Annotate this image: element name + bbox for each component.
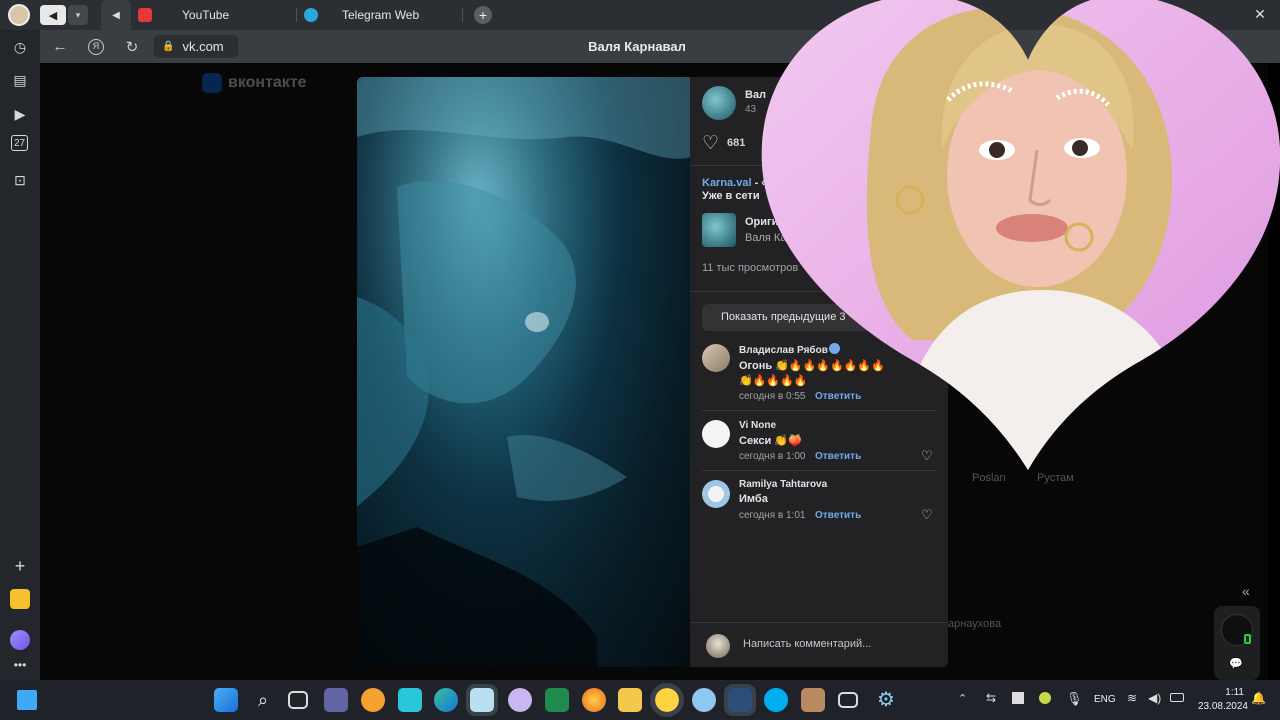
messenger-widget[interactable]: 💬: [1214, 606, 1260, 680]
sound-cover[interactable]: [702, 213, 736, 247]
firefox-icon[interactable]: [582, 688, 606, 712]
video-frame: [357, 77, 690, 667]
youtube-icon: [138, 8, 152, 22]
clock-date[interactable]: 23.08.2024: [1192, 701, 1248, 712]
alice-icon[interactable]: [10, 630, 30, 650]
clock-time[interactable]: 1:11: [1196, 687, 1244, 698]
profile-avatar[interactable]: [8, 4, 30, 26]
url-field[interactable]: 🔒 vk.com: [154, 35, 238, 58]
notification-bell-icon[interactable]: 🔔: [1251, 691, 1266, 705]
tab-label: YouTube: [182, 8, 230, 22]
page-title: Валя Карнавал: [588, 39, 686, 54]
online-indicator: [1244, 634, 1251, 644]
commenter-avatar[interactable]: [702, 480, 730, 508]
battery-icon[interactable]: [1170, 693, 1184, 702]
browser-sidebar: ◷ ▤ ▶ 27 ⊡ + •••: [0, 30, 40, 680]
folder-icon[interactable]: [618, 688, 642, 712]
tray-arrows-icon[interactable]: ⇆: [986, 691, 996, 705]
collapse-icon[interactable]: «: [1242, 583, 1250, 599]
background-text: арнаухова: [948, 618, 1002, 630]
microphone-icon[interactable]: 🎙: [1066, 691, 1083, 707]
tabs-menu-chevron-down-icon[interactable]: ▾: [68, 5, 88, 25]
video-player[interactable]: [357, 77, 690, 667]
comment-input[interactable]: Написать комментарий...: [740, 633, 940, 657]
yandex-icon[interactable]: Я: [84, 30, 108, 63]
tab-telegram[interactable]: Telegram Web: [304, 0, 454, 30]
caption-line: Уже в сети: [702, 190, 760, 202]
like-count: 681: [727, 137, 746, 149]
comment-time: сегодня в 1:01: [739, 510, 806, 521]
active-tab[interactable]: ◀: [101, 0, 131, 30]
url-text: vk.com: [182, 39, 224, 54]
tab-youtube[interactable]: YouTube: [138, 0, 288, 30]
commenter-avatar[interactable]: [702, 344, 730, 372]
volume-icon[interactable]: ◀): [1148, 691, 1161, 705]
windows-taskbar: ⌕ ⚙ ⌃ ⇆ 🎙 ENG ≋ ◀) 1:11 23.08.2024 🔔: [0, 680, 1280, 720]
tab-label: Telegram Web: [342, 8, 420, 22]
tray-chevron-up-icon[interactable]: ⌃: [958, 692, 967, 705]
video-icon[interactable]: ▶: [9, 103, 31, 125]
comment-author[interactable]: Ramilya Tahtarova: [739, 479, 827, 490]
messenger-icon[interactable]: [692, 688, 716, 712]
search-icon[interactable]: ⌕: [251, 688, 275, 712]
comment-text: Имба: [739, 493, 768, 505]
skype-icon[interactable]: [764, 688, 788, 712]
like-heart-icon[interactable]: ♡: [702, 132, 719, 155]
edge-icon[interactable]: [434, 688, 458, 712]
image-app-icon[interactable]: [801, 688, 825, 712]
lock-icon: 🔒: [162, 41, 175, 52]
section-divider: [690, 622, 948, 623]
language-indicator[interactable]: ENG: [1094, 694, 1116, 705]
more-icon[interactable]: •••: [9, 654, 31, 676]
wifi-icon[interactable]: ≋: [1127, 691, 1137, 705]
purple-app-icon[interactable]: [508, 688, 532, 712]
notes-icon[interactable]: [10, 589, 30, 609]
back-arrow-icon[interactable]: ←: [48, 30, 72, 63]
terminal-icon[interactable]: [724, 684, 756, 716]
telegram-icon: [304, 8, 318, 22]
add-icon[interactable]: +: [9, 555, 31, 577]
tray-status-icon[interactable]: [1039, 692, 1051, 704]
settings-gear-icon[interactable]: ⚙: [874, 688, 898, 712]
tray-app-icon[interactable]: [1012, 692, 1024, 704]
new-tab-button[interactable]: +: [474, 6, 492, 24]
caption-author-link[interactable]: Karna.val: [702, 177, 752, 189]
calendar-icon[interactable]: 27: [11, 135, 28, 151]
windows-start-icon[interactable]: [17, 690, 37, 710]
tab-divider: [462, 8, 463, 22]
cyan-app-icon[interactable]: [398, 688, 422, 712]
my-avatar: [706, 634, 730, 658]
teams-icon[interactable]: [324, 688, 348, 712]
speaker-icon: ◀: [112, 9, 120, 21]
reply-link[interactable]: Ответить: [815, 510, 861, 521]
like-heart-icon[interactable]: ♡: [921, 507, 933, 523]
chat-icon[interactable]: 💬: [1229, 657, 1243, 670]
task-view-icon[interactable]: [288, 691, 308, 709]
yandex-icon[interactable]: [650, 683, 684, 717]
excel-icon[interactable]: [545, 688, 569, 712]
collections-icon[interactable]: ▤: [9, 69, 31, 91]
start-menu-icon[interactable]: [214, 688, 238, 712]
yandex-browser-icon[interactable]: [361, 688, 385, 712]
vk-logo: вконтакте: [202, 73, 307, 93]
active-app-icon[interactable]: [466, 684, 498, 716]
camera-icon[interactable]: [838, 692, 858, 708]
reload-icon[interactable]: ↻: [120, 30, 144, 63]
webcam-heart-overlay: [761, 0, 1280, 471]
history-icon[interactable]: ◷: [9, 36, 31, 58]
author-avatar[interactable]: [702, 86, 736, 120]
commenter-avatar[interactable]: [702, 420, 730, 448]
audio-button[interactable]: ◀: [40, 5, 66, 25]
tab-divider: [296, 8, 297, 22]
screenshot-icon[interactable]: ⊡: [9, 169, 31, 191]
vk-logo-icon: [202, 73, 222, 93]
comment-placeholder: Написать комментарий...: [743, 638, 872, 650]
